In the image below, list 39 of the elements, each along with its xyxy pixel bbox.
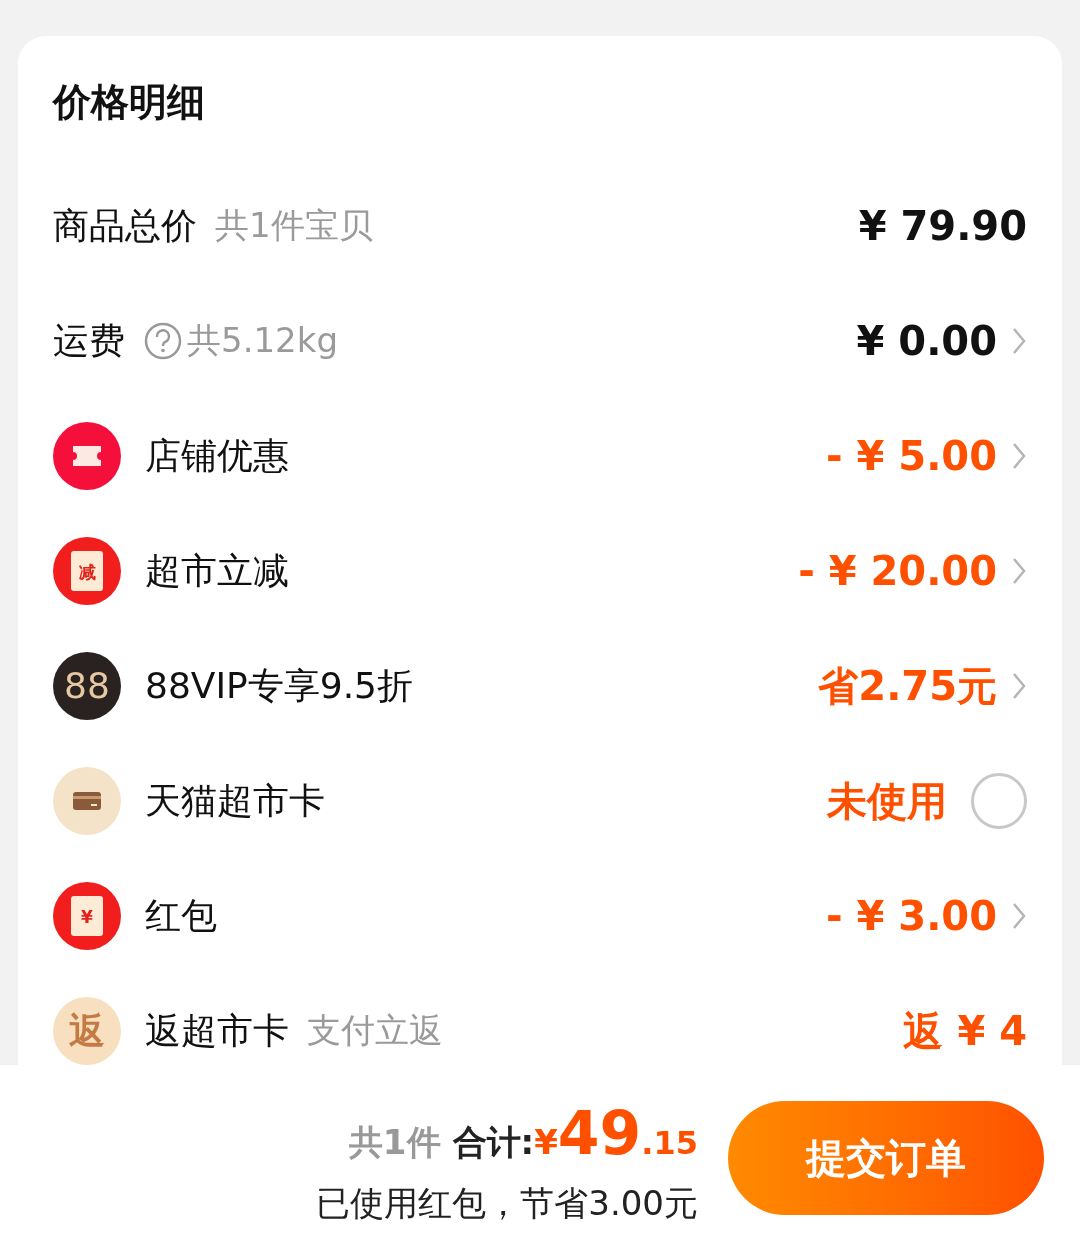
icon-glyph: 88 <box>64 663 110 708</box>
price-row[interactable]: 88 88VIP专享9.5折 省2.75元 <box>53 628 1027 743</box>
price-row[interactable]: 商品总价 共1件宝贝 ¥ 79.90 <box>53 168 1027 283</box>
row-amount: ¥ 0.00 <box>856 316 997 366</box>
icon-glyph: ¥ <box>81 905 93 929</box>
saving-note: 已使用红包，节省3.00元 <box>316 1181 698 1225</box>
row-label: 商品总价 <box>53 203 197 248</box>
price-row[interactable]: 返 返超市卡 支付立返 返 ¥ 4 <box>53 973 1027 1065</box>
row-note: 支付立返 <box>307 1009 443 1052</box>
total-price: ¥49.15 <box>534 1096 698 1170</box>
row-amount: 返 ¥ 4 <box>903 1006 1027 1056</box>
row-label: 店铺优惠 <box>145 433 289 478</box>
item-count: 共1件 <box>348 1120 441 1164</box>
icon-glyph: 返 <box>69 1008 105 1053</box>
row-label: 88VIP专享9.5折 <box>145 663 413 708</box>
price-row[interactable]: 运费 共5.12kg ¥ 0.00 <box>53 283 1027 398</box>
row-amount: - ¥ 5.00 <box>826 431 997 481</box>
price-row[interactable]: ¥ 红包 - ¥ 3.00 <box>53 858 1027 973</box>
ticket-icon <box>53 421 121 490</box>
row-label: 天猫超市卡 <box>145 778 325 823</box>
section-title: 价格明细 <box>53 78 206 126</box>
row-note: 共5.12kg <box>187 319 338 362</box>
row-amount: 省2.75元 <box>818 661 997 711</box>
price-row[interactable]: 店铺优惠 - ¥ 5.00 <box>53 398 1027 513</box>
row-label: 运费 <box>53 318 125 363</box>
card-icon <box>53 766 121 835</box>
row-label: 红包 <box>145 893 217 938</box>
total-label: 合计: <box>452 1120 535 1164</box>
price-row[interactable]: 减 超市立减 - ¥ 20.00 <box>53 513 1027 628</box>
row-amount: - ¥ 3.00 <box>826 891 997 941</box>
price-row[interactable]: 天猫超市卡 未使用 <box>53 743 1027 858</box>
row-label: 返超市卡 <box>145 1008 289 1053</box>
row-amount: ¥ 79.90 <box>858 201 1027 251</box>
row-label: 超市立减 <box>145 548 289 593</box>
row-amount: - ¥ 20.00 <box>798 546 997 596</box>
row-amount: 未使用 <box>827 776 947 826</box>
help-icon[interactable] <box>143 320 183 361</box>
icon-glyph: 减 <box>78 560 96 584</box>
row-note: 共1件宝贝 <box>215 204 373 247</box>
